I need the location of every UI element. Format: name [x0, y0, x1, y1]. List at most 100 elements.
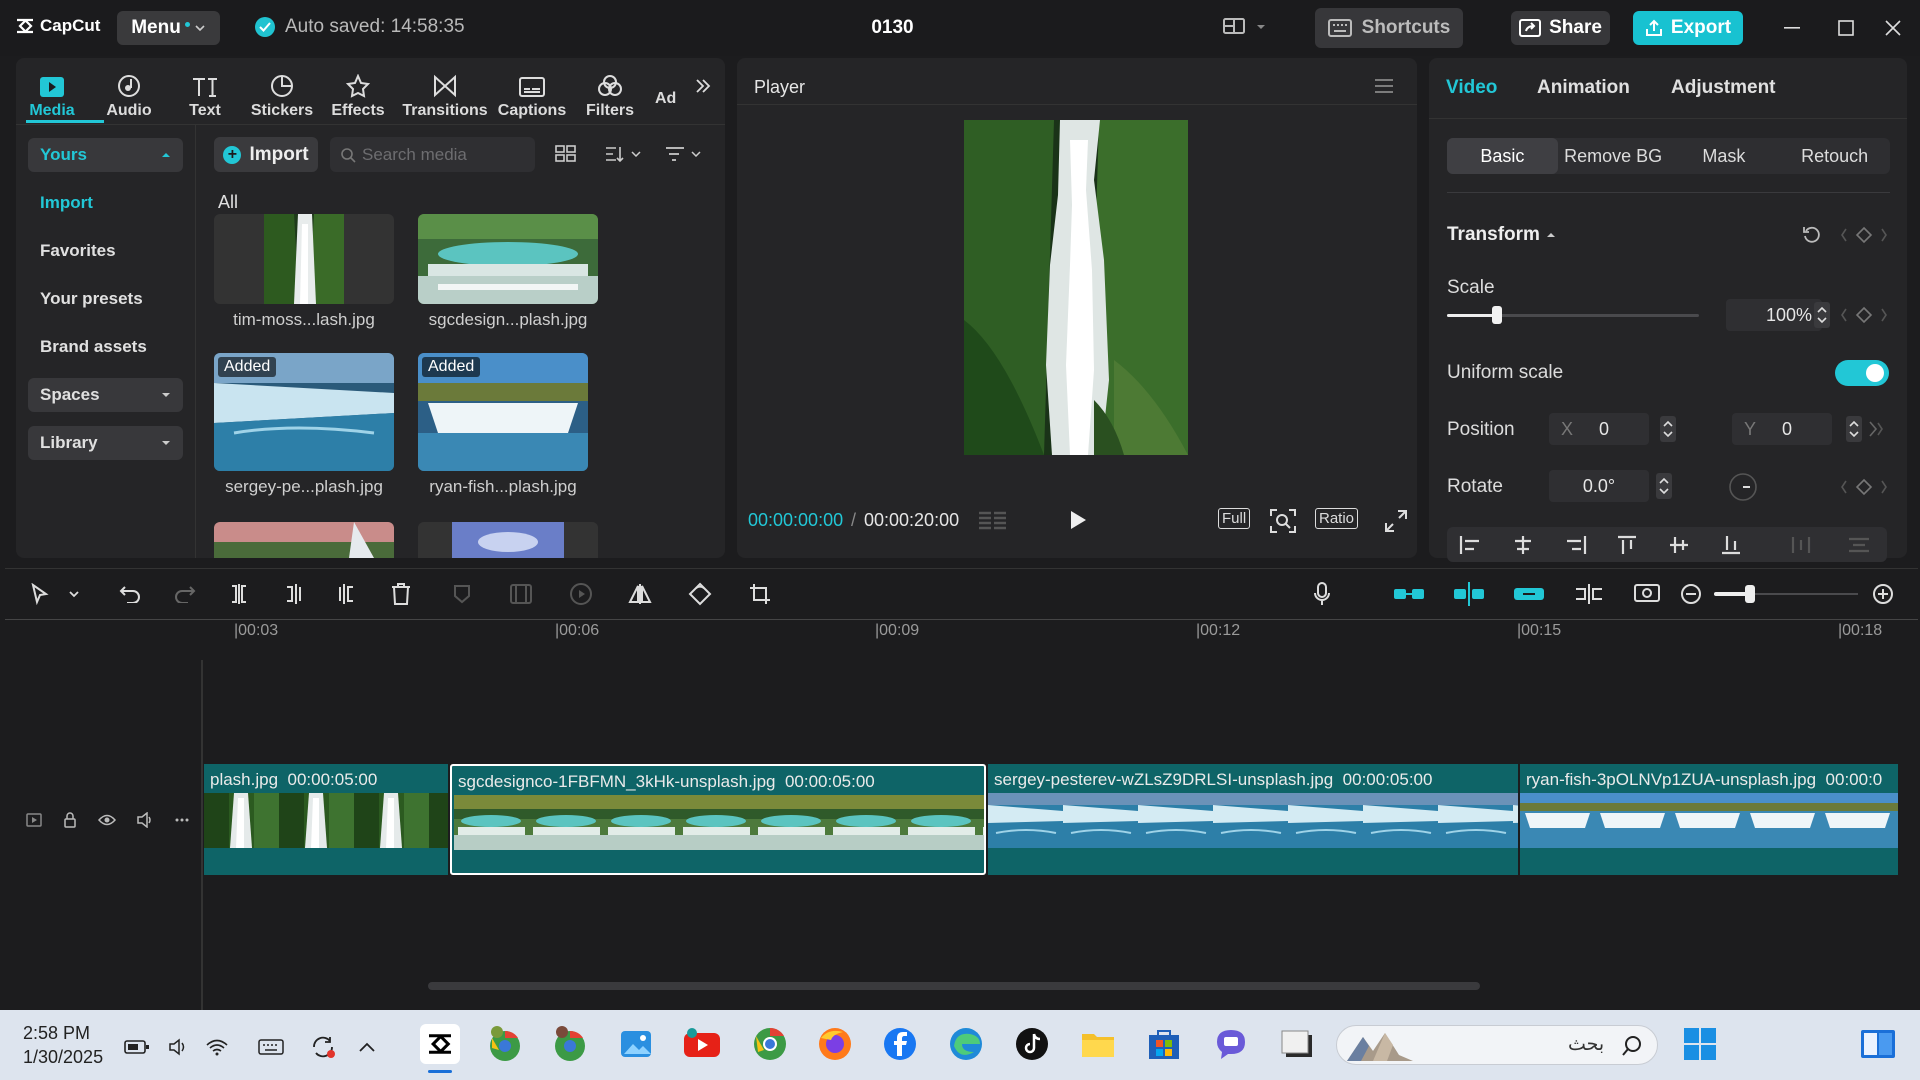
ratio-button[interactable]: Ratio	[1315, 508, 1359, 529]
media-item[interactable]: Added sergey-pe...plash.jpg	[214, 353, 394, 497]
split-right-button[interactable]	[333, 580, 361, 608]
play-button[interactable]	[1068, 509, 1088, 531]
player-menu-button[interactable]	[1374, 78, 1394, 94]
more-icon[interactable]	[174, 812, 190, 828]
layout-button[interactable]	[1222, 17, 1266, 37]
position-y-input[interactable]: Y 0	[1732, 413, 1832, 445]
rotate-keyframe-button[interactable]	[1840, 478, 1888, 496]
transform-section-header[interactable]: Transform	[1447, 224, 1556, 246]
media-item[interactable]: Added ryan-fish...plash.jpg	[418, 353, 588, 497]
zoom-fit-button[interactable]	[1270, 509, 1296, 533]
fit-timeline-button[interactable]	[1633, 580, 1661, 608]
widgets-button[interactable]	[1856, 1022, 1900, 1066]
filter-button[interactable]	[665, 145, 701, 163]
align-left-icon[interactable]	[1459, 535, 1483, 555]
distribute-vertical-icon[interactable]	[1847, 535, 1871, 555]
keyframe-button[interactable]	[1840, 226, 1888, 244]
uniform-scale-toggle[interactable]	[1835, 360, 1889, 386]
menu-button[interactable]: Menu	[117, 11, 220, 45]
linkage-button[interactable]	[1513, 580, 1545, 608]
grid-view-button[interactable]	[555, 145, 577, 163]
tab-transitions[interactable]: Transitions	[402, 62, 488, 120]
rotate-dial[interactable]	[1728, 472, 1758, 502]
media-item[interactable]: tim-moss...lash.jpg	[214, 214, 394, 330]
align-bottom-icon[interactable]	[1719, 535, 1743, 555]
position-x-input[interactable]: X 0	[1549, 413, 1649, 445]
fullscreen-button[interactable]	[1385, 510, 1407, 532]
timeline-scrollbar[interactable]	[428, 982, 1480, 990]
taskbar-app-youtube[interactable]	[680, 1022, 724, 1066]
media-item[interactable]: sgcdesign...plash.jpg	[418, 214, 598, 330]
auto-snap-button[interactable]	[1453, 580, 1485, 608]
media-item[interactable]	[418, 522, 598, 558]
sidebar-item-your-presets[interactable]: Your presets	[28, 282, 183, 316]
battery-icon[interactable]	[124, 1038, 150, 1056]
wifi-icon[interactable]	[206, 1038, 228, 1056]
tab-stickers[interactable]: Stickers	[244, 62, 320, 120]
crop-button[interactable]	[746, 580, 774, 608]
rotate-stepper[interactable]	[1656, 473, 1672, 499]
zoom-in-button[interactable]	[1869, 580, 1897, 608]
select-tool-dropdown[interactable]	[60, 580, 88, 608]
taskbar-app-chrome[interactable]	[748, 1022, 792, 1066]
split-left-button[interactable]	[279, 580, 307, 608]
subtab-basic[interactable]: Basic	[1447, 138, 1558, 174]
freeze-button[interactable]	[507, 580, 535, 608]
minimize-button[interactable]	[1778, 14, 1806, 42]
chevron-up-icon[interactable]	[358, 1041, 376, 1053]
distribute-horizontal-icon[interactable]	[1789, 535, 1813, 555]
sidebar-item-import[interactable]: Import	[28, 186, 183, 220]
rotate-button[interactable]	[686, 580, 714, 608]
sidebar-item-yours[interactable]: Yours	[28, 138, 183, 172]
align-center-vertical-icon[interactable]	[1667, 535, 1691, 555]
search-field[interactable]: Search media	[330, 137, 535, 172]
sidebar-item-spaces[interactable]: Spaces	[28, 378, 183, 412]
taskbar-app-chrome-profile-t[interactable]	[548, 1022, 592, 1066]
taskbar-app-capcut[interactable]	[418, 1022, 462, 1066]
taskbar-app-tiktok[interactable]	[1010, 1022, 1054, 1066]
taskbar-clock[interactable]: 2:58 PM 1/30/2025	[23, 1021, 103, 1069]
tab-adjust[interactable]: Ad	[655, 90, 677, 108]
main-track-magnet-button[interactable]	[1393, 580, 1425, 608]
scale-keyframe-button[interactable]	[1840, 306, 1888, 324]
sidebar-item-brand-assets[interactable]: Brand assets	[28, 330, 183, 364]
zoom-out-button[interactable]	[1677, 580, 1705, 608]
position-keyframe-button[interactable]	[1866, 420, 1886, 438]
taskbar-app-store[interactable]	[1142, 1022, 1186, 1066]
scale-slider[interactable]	[1447, 299, 1699, 335]
maximize-button[interactable]	[1832, 14, 1860, 42]
keyboard-icon[interactable]	[258, 1038, 284, 1056]
taskbar-app-messenger[interactable]	[1209, 1022, 1253, 1066]
taskbar-search[interactable]: بحث	[1336, 1025, 1658, 1065]
slider-thumb[interactable]	[1492, 306, 1503, 324]
subtab-retouch[interactable]: Retouch	[1779, 138, 1890, 174]
delete-button[interactable]	[387, 580, 415, 608]
tab-animation[interactable]: Animation	[1537, 77, 1630, 99]
scale-stepper[interactable]	[1814, 302, 1830, 328]
mirror-button[interactable]	[626, 580, 654, 608]
align-right-icon[interactable]	[1563, 535, 1587, 555]
taskbar-app-file-explorer[interactable]	[1076, 1022, 1120, 1066]
media-item[interactable]	[214, 522, 394, 558]
eye-icon[interactable]	[98, 812, 116, 828]
align-center-horizontal-icon[interactable]	[1511, 535, 1535, 555]
timeline-clip[interactable]: sergey-pesterev-wZLsZ9DRLSI-unsplash.jpg…	[988, 764, 1518, 875]
sort-button[interactable]	[605, 145, 641, 163]
tab-video[interactable]: Video	[1446, 77, 1497, 99]
record-audio-button[interactable]	[1308, 580, 1336, 608]
preview-axis-button[interactable]	[1573, 580, 1605, 608]
taskbar-app-window[interactable]	[1275, 1022, 1319, 1066]
video-preview[interactable]	[964, 120, 1188, 455]
taskbar-app-photos[interactable]	[614, 1022, 658, 1066]
timeline-zoom-slider[interactable]	[1714, 584, 1858, 604]
sidebar-item-library[interactable]: Library	[28, 426, 183, 460]
timeline-clip[interactable]: plash.jpg 00:00:05:00	[204, 764, 448, 875]
share-button[interactable]: Share	[1511, 11, 1610, 45]
redo-button[interactable]	[171, 580, 199, 608]
speed-button[interactable]	[567, 580, 595, 608]
subtab-mask[interactable]: Mask	[1669, 138, 1780, 174]
position-y-stepper[interactable]	[1846, 416, 1862, 442]
tab-audio[interactable]: Audio	[91, 62, 167, 120]
full-button[interactable]: Full	[1218, 508, 1251, 529]
more-tabs-button[interactable]	[695, 78, 711, 94]
